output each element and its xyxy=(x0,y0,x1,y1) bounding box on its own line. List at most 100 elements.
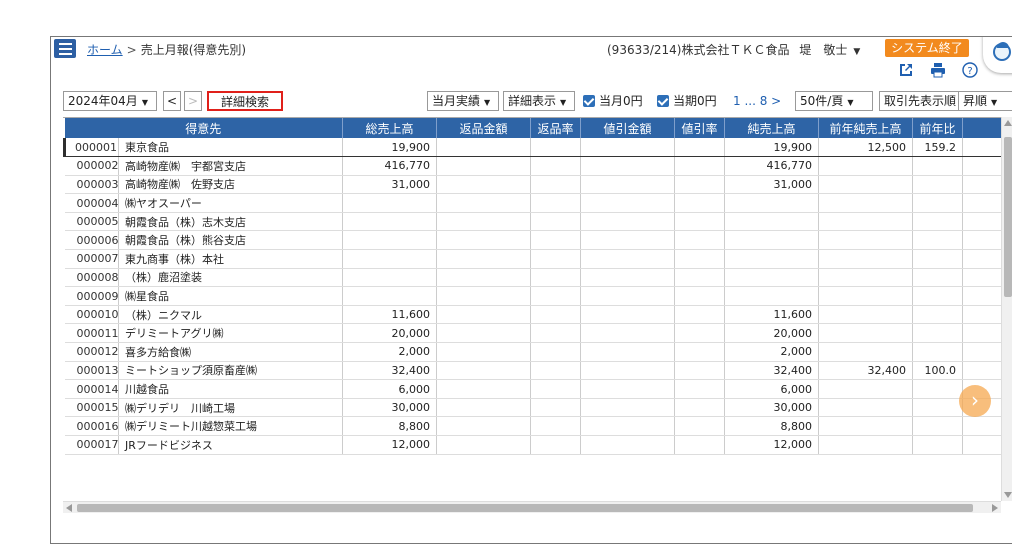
actuals-label: 当月実績 xyxy=(432,94,481,108)
sort-order-select[interactable]: 取引先表示順 xyxy=(879,91,959,111)
table-row[interactable]: 000001 東京食品 19,900 19,900 12,500 159.2 xyxy=(63,138,1001,158)
prev-month-button[interactable]: < xyxy=(163,91,181,111)
period-zero-checkbox[interactable]: 当期0円 xyxy=(657,91,717,111)
cell-disc-rate xyxy=(674,379,726,399)
cell-disc-rate xyxy=(674,342,726,362)
cell-gross xyxy=(342,268,438,288)
cell-prev-net xyxy=(818,323,914,344)
table-row[interactable]: 000008 （株）鹿沼塗装 xyxy=(64,268,1001,288)
cell-net xyxy=(724,268,820,288)
cell-prev-net: 12,500 xyxy=(818,138,914,158)
table-row[interactable]: 000004 ㈱ヤオスーパー xyxy=(64,193,1001,213)
help-icon[interactable]: ? xyxy=(961,61,979,79)
per-page-select[interactable]: 50件/頁 ▼ xyxy=(795,91,873,111)
chevron-right-icon[interactable]: › xyxy=(959,385,991,417)
table-row[interactable]: 000014 川越食品 6,000 6,000 xyxy=(64,379,1001,399)
scroll-left-icon[interactable] xyxy=(66,504,72,512)
column-header-discount[interactable]: 値引金額 xyxy=(580,118,676,138)
cell-disc xyxy=(580,286,676,306)
chevron-down-icon: ▼ xyxy=(484,98,491,107)
table-row[interactable]: 000013 ミートショップ須原畜産㈱ 32,400 32,400 32,400 100.… xyxy=(64,361,1001,381)
cell-net: 11,600 xyxy=(724,305,820,325)
scroll-right-icon[interactable] xyxy=(992,504,998,512)
cell-ret-rate xyxy=(530,249,582,269)
table-row[interactable]: 000015 ㈱デリデリ 川崎工場 30,000 30,000 xyxy=(64,398,1001,418)
cell-disc xyxy=(580,175,676,195)
cell-prev-net xyxy=(818,416,914,436)
table-row[interactable]: 000016 ㈱デリミート川越惣菜工場 8,800 8,800 xyxy=(64,416,1001,436)
cell-disc xyxy=(580,138,676,158)
column-header-return-rate[interactable]: 返品率 xyxy=(530,118,582,138)
cell-ret xyxy=(436,175,532,195)
table-row[interactable]: 000009 ㈱星食品 xyxy=(64,286,1001,306)
cell-name: ㈱デリデリ 川崎工場 xyxy=(118,398,344,418)
cell-yoy xyxy=(912,398,964,418)
export-icon[interactable] xyxy=(897,61,915,79)
scroll-up-icon[interactable] xyxy=(1004,120,1012,126)
cell-disc xyxy=(580,249,676,269)
horizontal-scroll-thumb[interactable] xyxy=(77,504,973,512)
month-zero-checkbox[interactable]: 当月0円 xyxy=(583,91,643,111)
cell-code: 000013 xyxy=(64,361,119,381)
cell-name: 高崎物産㈱ 佐野支店 xyxy=(118,175,344,195)
month-select[interactable]: 2024年04月 ▼ xyxy=(63,91,157,111)
pagination[interactable]: 1 ... 8 > xyxy=(733,91,781,111)
menu-icon[interactable] xyxy=(54,39,76,58)
cell-net xyxy=(724,249,820,269)
column-header-discount-rate[interactable]: 値引率 xyxy=(674,118,726,138)
column-header-customer[interactable]: 得意先 xyxy=(64,118,344,138)
checkbox-checked-icon[interactable] xyxy=(657,95,669,107)
cell-name: ミートショップ須原畜産㈱ xyxy=(118,361,344,381)
cell-prev-net xyxy=(818,230,914,251)
table-row[interactable]: 000003 高崎物産㈱ 佐野支店 31,000 31,000 xyxy=(64,175,1001,195)
sort-direction-select[interactable]: 昇順 ▼ xyxy=(959,91,1012,111)
column-header-prev-net[interactable]: 前年純売上高 xyxy=(818,118,914,138)
table-row[interactable]: 000007 東九商事（株）本社 xyxy=(64,249,1001,269)
utility-icons: ? xyxy=(897,61,979,79)
table-row[interactable]: 000011 デリミートアグリ㈱ 20,000 20,000 xyxy=(64,323,1001,344)
cell-gross: 8,800 xyxy=(342,416,438,436)
table-row[interactable]: 000002 高崎物産㈱ 宇都宮支店 416,770 416,770 xyxy=(64,156,1001,176)
column-header-returns[interactable]: 返品金額 xyxy=(436,118,532,138)
company-user-menu[interactable]: (93633/214)株式会社ＴＫＣ食品 堤 敬士 ▼ xyxy=(607,41,860,58)
cell-ret-rate xyxy=(530,416,582,436)
system-exit-button[interactable]: システム終了 xyxy=(885,39,969,57)
table-row[interactable]: 000017 JRフードビジネス 12,000 12,000 xyxy=(64,435,1001,455)
table-row[interactable]: 000005 朝霞食品（株）志木支店 xyxy=(64,212,1001,232)
cell-extra xyxy=(962,416,1001,436)
cell-name: 朝霞食品（株）熊谷支店 xyxy=(118,230,344,251)
actuals-select[interactable]: 当月実績 ▼ xyxy=(427,91,499,111)
detail-view-select[interactable]: 詳細表示 ▼ xyxy=(503,91,575,111)
table-row[interactable]: 000010 （株）ニクマル 11,600 11,600 xyxy=(64,305,1001,325)
cell-ret-rate xyxy=(530,193,582,213)
user-name: 堤 敬士 xyxy=(799,43,848,57)
checkbox-checked-icon[interactable] xyxy=(583,95,595,107)
next-month-button[interactable]: > xyxy=(184,91,202,111)
detail-search-button[interactable]: 詳細検索 xyxy=(207,91,283,111)
cell-net: 8,800 xyxy=(724,416,820,436)
breadcrumb-home-link[interactable]: ホーム xyxy=(87,43,123,57)
print-icon[interactable] xyxy=(929,61,947,79)
cell-ret xyxy=(436,156,532,176)
cell-disc-rate xyxy=(674,416,726,436)
company-name: (93633/214)株式会社ＴＫＣ食品 xyxy=(607,43,790,57)
column-header-gross[interactable]: 総売上高 xyxy=(342,118,438,138)
period-zero-label: 当期0円 xyxy=(673,94,717,108)
cell-gross xyxy=(342,286,438,306)
cell-prev-net xyxy=(818,193,914,213)
cell-code: 000008 xyxy=(64,268,119,288)
cell-code: 000009 xyxy=(64,286,119,306)
cell-ret-rate xyxy=(530,305,582,325)
cell-yoy xyxy=(912,435,964,455)
vertical-scroll-thumb[interactable] xyxy=(1004,137,1012,297)
column-header-yoy[interactable]: 前年比 xyxy=(912,118,964,138)
scroll-down-icon[interactable] xyxy=(1004,492,1012,498)
cell-extra xyxy=(962,305,1001,325)
table-row[interactable]: 000006 朝霞食品（株）熊谷支店 xyxy=(64,230,1001,251)
cell-gross: 19,900 xyxy=(342,138,438,158)
table-row[interactable]: 000012 喜多方給食㈱ 2,000 2,000 xyxy=(64,342,1001,362)
horizontal-scrollbar[interactable] xyxy=(63,501,1001,513)
mascot-icon[interactable] xyxy=(983,37,1012,73)
column-header-net[interactable]: 純売上高 xyxy=(724,118,820,138)
vertical-scrollbar[interactable] xyxy=(1001,117,1012,501)
